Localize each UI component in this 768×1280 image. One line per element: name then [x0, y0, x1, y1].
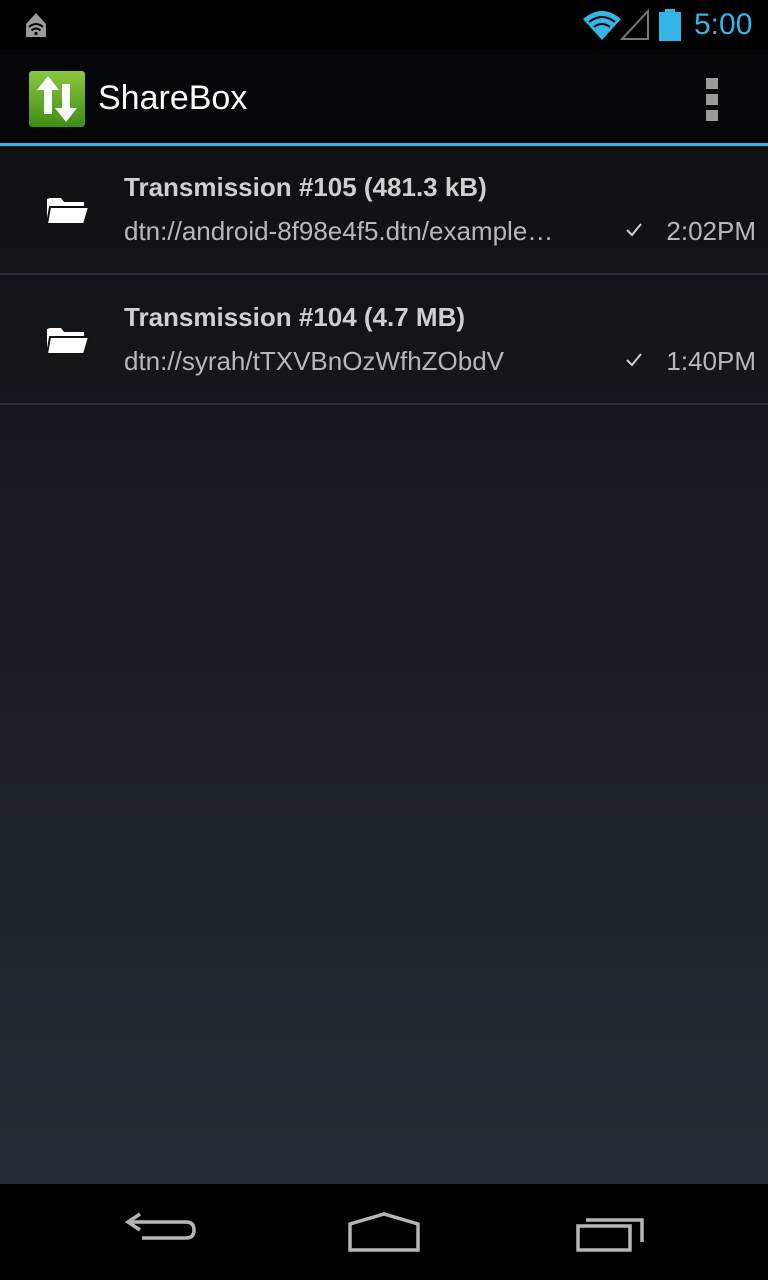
transmission-address: dtn://syrah/tTXVBnOzWfhZObdV: [124, 346, 505, 376]
recents-button[interactable]: [562, 1204, 658, 1260]
check-icon: [625, 352, 643, 372]
list-divider: [0, 403, 768, 405]
transmission-time: 1:40PM: [666, 346, 756, 376]
transmission-address: dtn://android-8f98e4f5.dtn/example…: [124, 216, 554, 246]
transmission-item-105[interactable]: Transmission #105 (481.3 kB) dtn://andro…: [0, 146, 768, 275]
transmission-title: Transmission #104 (4.7 MB): [124, 302, 466, 332]
transmission-time: 2:02PM: [666, 216, 756, 246]
folder-icon: [45, 194, 91, 230]
battery-icon: [658, 9, 682, 45]
signal-icon: [619, 8, 650, 45]
wifi-icon: [582, 9, 622, 45]
sharebox-app-icon[interactable]: [28, 70, 86, 132]
transmission-item-104[interactable]: Transmission #104 (4.7 MB) dtn://syrah/t…: [0, 276, 768, 405]
check-icon: [625, 222, 643, 242]
transmission-title: Transmission #105 (481.3 kB): [124, 172, 487, 202]
notification-icon: [22, 10, 50, 44]
app-title: ShareBox: [98, 79, 248, 117]
navigation-bar: [0, 1184, 768, 1280]
status-time: 5:00: [694, 8, 753, 41]
action-bar: ShareBox: [0, 50, 768, 143]
folder-icon: [45, 324, 91, 360]
home-button[interactable]: [336, 1204, 432, 1260]
back-button[interactable]: [112, 1204, 208, 1260]
recents-icon: [562, 1218, 658, 1264]
screen: 5:00 ShareBox Transmission #105 (481.3 k…: [0, 0, 768, 1280]
back-icon: [112, 1212, 208, 1264]
list-divider: [0, 273, 768, 275]
transmission-list: Transmission #105 (481.3 kB) dtn://andro…: [0, 146, 768, 1184]
home-icon: [336, 1212, 432, 1264]
overflow-menu-button[interactable]: [688, 68, 736, 128]
status-bar: 5:00: [0, 0, 768, 50]
